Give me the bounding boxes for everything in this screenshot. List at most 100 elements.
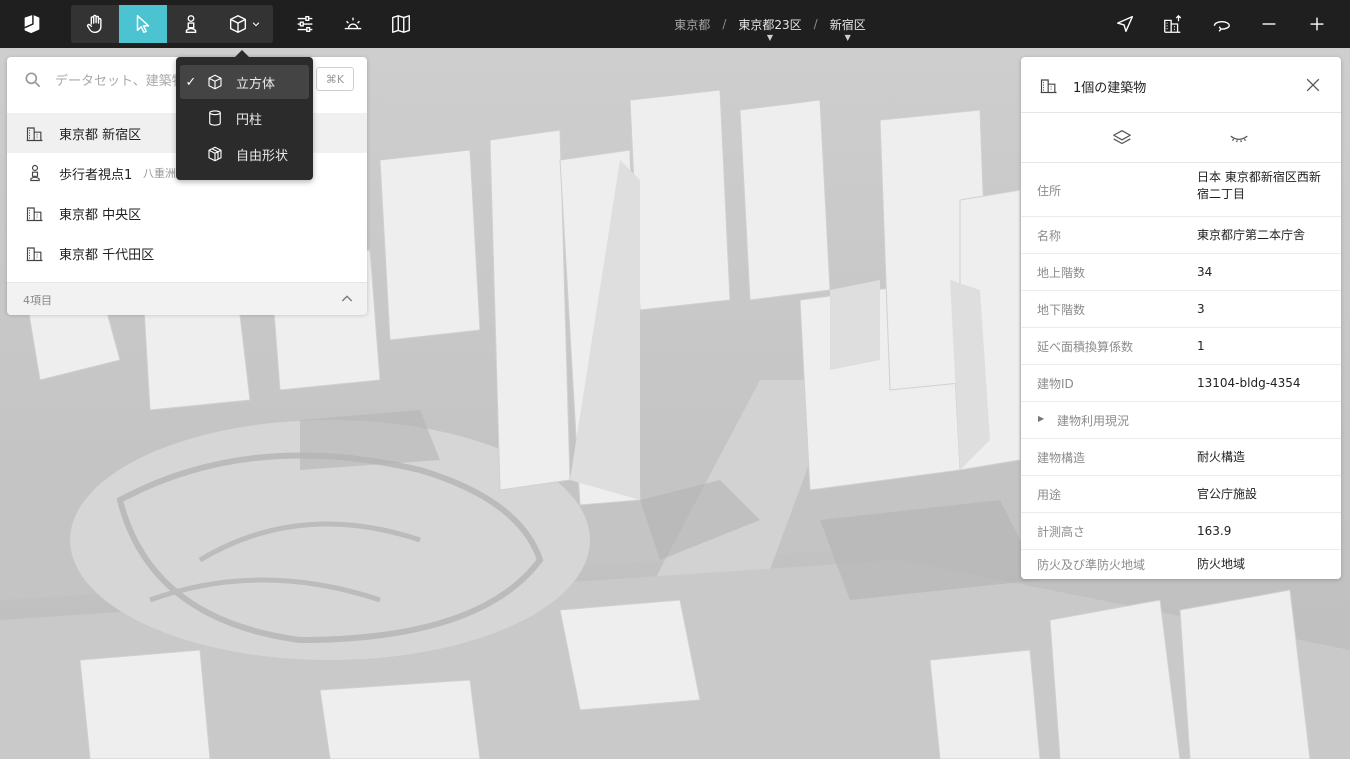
- property-row: 地下階数 3: [1021, 290, 1341, 328]
- search-result-item[interactable]: 東京都 千代田区: [7, 233, 367, 273]
- property-value: 防火地域: [1197, 557, 1246, 571]
- hand-tool-button[interactable]: [71, 5, 119, 43]
- eye-closed-icon[interactable]: [1228, 127, 1250, 149]
- search-shortcut-badge: ⌘K: [316, 67, 354, 91]
- map-icon: [392, 15, 410, 33]
- building-upload-icon: [1164, 14, 1182, 33]
- property-value: 163.9: [1197, 523, 1232, 538]
- chevron-down-icon: ▼: [766, 32, 774, 42]
- breadcrumb: 東京都 / 東京都23区 ▼ / 新宿区 ▼: [640, 0, 900, 48]
- inspector-header: 1個の建築物: [1021, 57, 1341, 113]
- building-upload-button[interactable]: [1149, 0, 1197, 48]
- property-value: 1: [1197, 338, 1205, 353]
- expand-triangle-icon[interactable]: ▶: [1038, 414, 1044, 423]
- tool-group: [71, 5, 273, 43]
- breadcrumb-item-23ku[interactable]: 東京都23区 ▼: [738, 16, 801, 42]
- navigation-arrow-icon: [1116, 15, 1134, 33]
- feature-inspector-panel: 1個の建築物 住所 日本 東京都新宿区西新宿二丁目名称 東京都庁第二本庁舎地上階数 3…: [1021, 57, 1341, 579]
- inspector-title: 1個の建築物: [1073, 81, 1147, 96]
- property-key: 建物利用現況: [1057, 413, 1130, 428]
- freeform-icon: [208, 146, 222, 162]
- breadcrumb-separator: /: [722, 17, 727, 31]
- chevron-down-icon: [252, 22, 260, 27]
- settings-sliders-icon: [297, 15, 313, 33]
- search-result-sublabel: 八重洲: [143, 167, 176, 180]
- cursor-icon: [136, 15, 150, 33]
- property-key: 建物ID: [1037, 376, 1074, 391]
- property-row: 建物ID 13104-bldg-4354: [1021, 364, 1341, 402]
- chevron-up-icon[interactable]: [339, 291, 355, 307]
- menu-item-label: 自由形状: [236, 148, 289, 164]
- cube-icon: [229, 15, 247, 33]
- cube-icon: [208, 74, 222, 90]
- breadcrumb-item-shinjuku[interactable]: 新宿区 ▼: [830, 16, 866, 42]
- menu-item-freeform[interactable]: 自由形状: [180, 137, 309, 171]
- search-result-label: 東京都 中央区: [59, 207, 142, 223]
- app-logo-icon[interactable]: [8, 0, 56, 48]
- top-toolbar: 東京都 / 東京都23区 ▼ / 新宿区 ▼: [0, 0, 1350, 48]
- zoom-in-icon: [1310, 17, 1324, 31]
- search-result-label: 歩行者視点1: [59, 167, 133, 183]
- navigation-button[interactable]: [1101, 0, 1149, 48]
- building-icon: [26, 207, 43, 222]
- property-key: 名称: [1037, 228, 1062, 243]
- search-result-label: 東京都 千代田区: [59, 247, 155, 263]
- property-value: 東京都庁第二本庁舎: [1197, 227, 1306, 242]
- property-key: 地上階数: [1037, 265, 1086, 280]
- property-row: 住所 日本 東京都新宿区西新宿二丁目: [1021, 163, 1341, 217]
- shape-type-menu: ✓ 立方体 円柱 自由形状: [176, 50, 313, 180]
- shape-tool-button[interactable]: [215, 5, 273, 43]
- zoom-in-button[interactable]: [1293, 0, 1341, 48]
- hand-icon: [86, 14, 102, 33]
- pedestrian-tool-button[interactable]: [167, 5, 215, 43]
- cylinder-icon: [209, 110, 221, 126]
- property-key: 用途: [1037, 487, 1062, 502]
- property-row: 建物構造 耐火構造: [1021, 438, 1341, 476]
- sun-horizon-icon: [344, 17, 362, 30]
- select-tool-button[interactable]: [119, 5, 167, 43]
- property-row-expandable[interactable]: ▶ 建物利用現況: [1021, 401, 1341, 439]
- check-icon: ✓: [185, 74, 197, 90]
- map-layers-button[interactable]: [377, 0, 425, 48]
- zoom-out-icon: [1262, 23, 1276, 25]
- property-value: 3: [1197, 301, 1205, 316]
- property-key: 延べ面積換算係数: [1037, 339, 1134, 354]
- property-value: 13104-bldg-4354: [1197, 375, 1301, 390]
- property-value: 日本 東京都新宿区西新宿二丁目: [1197, 170, 1321, 201]
- property-key: 建物構造: [1037, 450, 1086, 465]
- zoom-out-button[interactable]: [1245, 0, 1293, 48]
- breadcrumb-item-tokyo[interactable]: 東京都: [674, 16, 710, 33]
- menu-item-cube[interactable]: ✓ 立方体: [180, 65, 309, 99]
- sun-horizon-button[interactable]: [329, 0, 377, 48]
- search-result-item[interactable]: 東京都 中央区: [7, 193, 367, 233]
- breadcrumb-separator: /: [813, 17, 818, 31]
- pedestrian-icon: [30, 164, 40, 182]
- building-icon: [26, 247, 43, 262]
- menu-item-label: 立方体: [236, 76, 276, 92]
- menu-item-label: 円柱: [236, 112, 263, 128]
- property-row: 防火及び準防火地域 防火地域: [1021, 549, 1341, 579]
- building-icon: [1040, 79, 1057, 94]
- pedestrian-icon: [185, 15, 197, 33]
- menu-item-cylinder[interactable]: 円柱: [180, 101, 309, 135]
- settings-sliders-button[interactable]: [281, 0, 329, 48]
- layers-icon[interactable]: [1111, 127, 1133, 149]
- property-key: 地下階数: [1037, 302, 1086, 317]
- close-icon[interactable]: [1303, 75, 1323, 95]
- inspector-tabs: [1021, 113, 1341, 163]
- property-key: 計測高さ: [1037, 524, 1086, 539]
- orbit-button[interactable]: [1197, 0, 1245, 48]
- property-value: 耐火構造: [1197, 449, 1246, 464]
- search-result-label: 東京都 新宿区: [59, 127, 142, 143]
- search-icon: [25, 72, 41, 88]
- building-icon: [26, 127, 43, 142]
- property-row: 用途 官公庁施設: [1021, 475, 1341, 513]
- property-key: 防火及び準防火地域: [1037, 558, 1146, 572]
- property-value: 34: [1197, 264, 1213, 279]
- search-results-footer: 4項目: [7, 282, 367, 315]
- chevron-down-icon: ▼: [844, 32, 851, 42]
- orbit-icon: [1213, 21, 1230, 32]
- property-value: 官公庁施設: [1197, 486, 1258, 501]
- property-row: 計測高さ 163.9: [1021, 512, 1341, 550]
- property-key: 住所: [1037, 183, 1062, 198]
